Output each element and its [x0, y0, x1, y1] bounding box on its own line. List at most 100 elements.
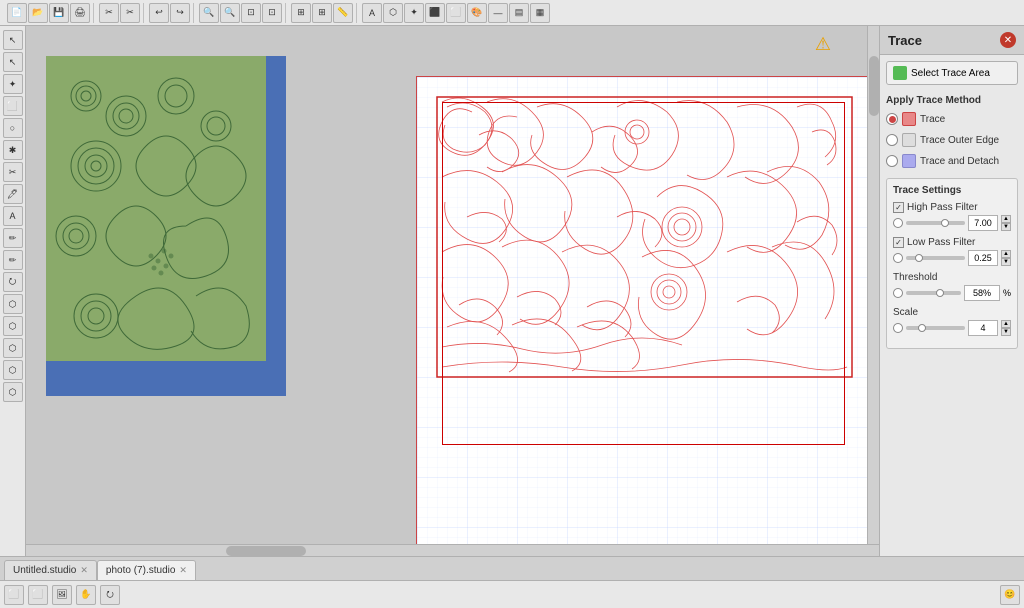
low-pass-track[interactable] — [906, 256, 965, 260]
pencil-tool[interactable]: ✏ — [3, 228, 23, 248]
threshold-row: Threshold % — [893, 272, 1011, 301]
trace-option[interactable]: Trace — [886, 110, 1018, 128]
ungroup-btn[interactable]: ⬜ — [446, 3, 466, 23]
scale-up[interactable]: ▲ — [1001, 320, 1011, 328]
trace-detach-option[interactable]: Trace and Detach — [886, 152, 1018, 170]
high-pass-checkbox[interactable]: ✓ — [893, 202, 904, 213]
zoom-in-btn[interactable]: 🔍 — [199, 3, 219, 23]
trace-outer-option[interactable]: Trace Outer Edge — [886, 131, 1018, 149]
select-tool[interactable]: ↖ — [3, 30, 23, 50]
panel2-btn[interactable]: ▦ — [530, 3, 550, 23]
panel-btn[interactable]: ▤ — [509, 3, 529, 23]
undo-btn[interactable]: ↩ — [149, 3, 169, 23]
zoom-out-btn[interactable]: 🔍 — [220, 3, 240, 23]
shape2-tool[interactable]: ⬡ — [3, 294, 23, 314]
low-pass-input[interactable] — [968, 250, 998, 266]
horizontal-scroll-thumb[interactable] — [226, 546, 306, 556]
bt-smile[interactable]: 😊 — [1000, 585, 1020, 605]
low-pass-down[interactable]: ▼ — [1001, 258, 1011, 266]
fill-btn[interactable]: 🎨 — [467, 3, 487, 23]
high-pass-down[interactable]: ▼ — [1001, 223, 1011, 231]
panel-close-button[interactable]: ✕ — [1000, 32, 1016, 48]
shape4-tool[interactable]: ⬡ — [3, 338, 23, 358]
high-pass-up[interactable]: ▲ — [1001, 215, 1011, 223]
high-pass-thumb[interactable] — [941, 219, 949, 227]
shape-btn[interactable]: ⬡ — [383, 3, 403, 23]
poly-tool[interactable]: ✱ — [3, 140, 23, 160]
high-pass-input[interactable] — [968, 215, 998, 231]
panel-title: Trace — [888, 33, 922, 48]
shape6-tool[interactable]: ⬡ — [3, 382, 23, 402]
scale-track[interactable] — [906, 326, 965, 330]
rotate-tool[interactable]: ⭮ — [3, 272, 23, 292]
tab-untitled-close[interactable]: ✕ — [80, 565, 88, 576]
cut2-btn[interactable]: ✂ — [120, 3, 140, 23]
high-pass-spinner[interactable]: ▲ ▼ — [1001, 215, 1011, 231]
print-btn[interactable]: 🖨 — [70, 3, 90, 23]
bt-btn2[interactable]: ⬜ — [28, 585, 48, 605]
left-toolbar: ↖ ↖ ✦ ⬜ ○ ✱ ✂ 🖊 A ✏ ✏ ⭮ ⬡ ⬡ ⬡ ⬡ ⬡ — [0, 26, 26, 556]
zoom-fit-btn[interactable]: ⊡ — [241, 3, 261, 23]
new-btn[interactable]: 📄 — [7, 3, 27, 23]
threshold-thumb[interactable] — [936, 289, 944, 297]
bt-btn5[interactable]: ⭮ — [100, 585, 120, 605]
text-tool[interactable]: A — [3, 206, 23, 226]
save-btn[interactable]: 💾 — [49, 3, 69, 23]
low-pass-checkbox[interactable]: ✓ — [893, 237, 904, 248]
bt-btn4[interactable]: ✋ — [76, 585, 96, 605]
low-pass-slider-icon — [893, 253, 903, 263]
trace-settings-title: Trace Settings — [893, 185, 1011, 196]
shape5-tool[interactable]: ⬡ — [3, 360, 23, 380]
apply-method-section: Apply Trace Method Trace Trace Outer Edg… — [886, 93, 1018, 170]
weld-btn[interactable]: ✦ — [404, 3, 424, 23]
cut-btn[interactable]: ✂ — [99, 3, 119, 23]
low-pass-thumb[interactable] — [915, 254, 923, 262]
cut-group: ✂ ✂ — [96, 3, 144, 23]
scale-down[interactable]: ▼ — [1001, 328, 1011, 336]
line-btn[interactable]: — — [488, 3, 508, 23]
trace-radio[interactable] — [886, 113, 898, 125]
select-trace-area-button[interactable]: Select Trace Area — [886, 61, 1018, 85]
scale-input[interactable] — [968, 320, 998, 336]
trace-outer-label: Trace Outer Edge — [920, 135, 999, 146]
vertical-scroll-thumb[interactable] — [869, 56, 879, 116]
tab-photo7[interactable]: photo (7).studio ✕ — [97, 560, 196, 580]
select2-tool[interactable]: ↖ — [3, 52, 23, 72]
zoom-sel-btn[interactable]: ⊡ — [262, 3, 282, 23]
ellipse-tool[interactable]: ○ — [3, 118, 23, 138]
vertical-scrollbar[interactable] — [867, 26, 879, 544]
text-btn[interactable]: A — [362, 3, 382, 23]
trace-detach-radio[interactable] — [886, 155, 898, 167]
high-pass-label: ✓ High Pass Filter — [893, 202, 1011, 213]
bt-btn1[interactable]: ⬜ — [4, 585, 24, 605]
group-btn[interactable]: ⬛ — [425, 3, 445, 23]
horizontal-scrollbar[interactable] — [26, 544, 879, 556]
open-btn[interactable]: 📂 — [28, 3, 48, 23]
scale-thumb[interactable] — [918, 324, 926, 332]
low-pass-spinner[interactable]: ▲ ▼ — [1001, 250, 1011, 266]
grid-btn[interactable]: ⊞ — [291, 3, 311, 23]
pen-tool[interactable]: 🖊 — [3, 184, 23, 204]
threshold-input[interactable] — [964, 285, 1000, 301]
ruler-btn[interactable]: 📏 — [333, 3, 353, 23]
tab-photo7-close[interactable]: ✕ — [179, 565, 187, 576]
high-pass-track[interactable] — [906, 221, 965, 225]
low-pass-slider-row: ▲ ▼ — [893, 250, 1011, 266]
knife-tool[interactable]: ✂ — [3, 162, 23, 182]
high-pass-row: ✓ High Pass Filter ▲ ▼ — [893, 202, 1011, 231]
threshold-track[interactable] — [906, 291, 961, 295]
tab-untitled[interactable]: Untitled.studio ✕ — [4, 560, 97, 580]
eraser-tool[interactable]: ✏ — [3, 250, 23, 270]
bt-btn3[interactable]: 🖼 — [52, 585, 72, 605]
draw-tool[interactable]: ✦ — [3, 74, 23, 94]
trace-settings-section: Trace Settings ✓ High Pass Filter — [886, 178, 1018, 349]
canvas-area: ⚠ — [26, 26, 879, 556]
redo-btn[interactable]: ↪ — [170, 3, 190, 23]
scale-label: Scale — [893, 307, 1011, 318]
rect-tool[interactable]: ⬜ — [3, 96, 23, 116]
snap-btn[interactable]: ⊞ — [312, 3, 332, 23]
shape3-tool[interactable]: ⬡ — [3, 316, 23, 336]
low-pass-up[interactable]: ▲ — [1001, 250, 1011, 258]
scale-spinner[interactable]: ▲ ▼ — [1001, 320, 1011, 336]
trace-outer-radio[interactable] — [886, 134, 898, 146]
